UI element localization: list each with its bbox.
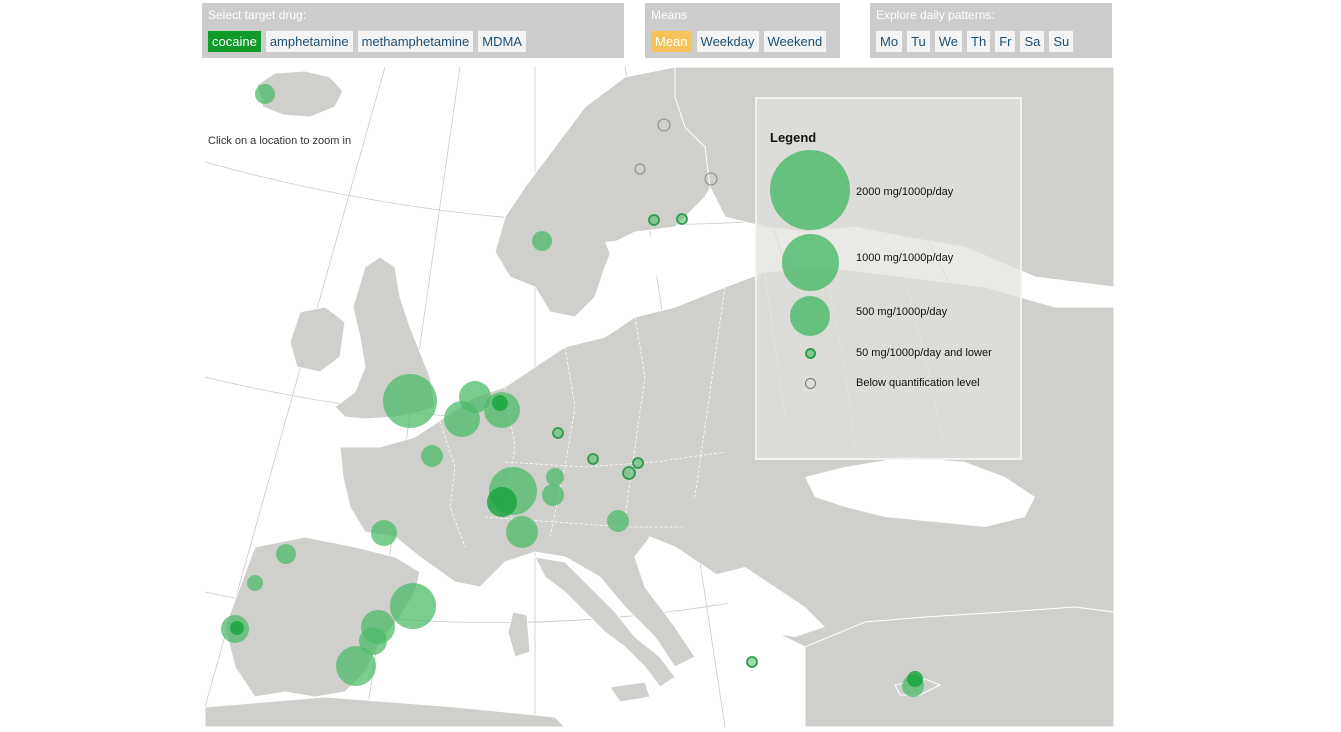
means-buttons: Mean Weekday Weekend [651, 31, 827, 52]
location-marker[interactable] [542, 484, 564, 506]
drug-selector-panel: Select target drug: cocaine amphetamine … [202, 3, 624, 58]
means-button-weekday[interactable]: Weekday [696, 31, 759, 52]
location-marker[interactable] [607, 510, 629, 532]
day-button-th[interactable]: Th [967, 31, 991, 52]
day-button-fr[interactable]: Fr [995, 31, 1016, 52]
location-marker[interactable] [546, 468, 564, 486]
legend-circle-50 [805, 348, 816, 359]
legend-circle-500 [790, 296, 830, 336]
location-marker[interactable] [230, 621, 244, 635]
means-selector-panel: Means Mean Weekday Weekend [645, 3, 840, 58]
legend-label-500: 500 mg/1000p/day [856, 306, 948, 318]
drug-buttons: cocaine amphetamine methamphetamine MDMA [208, 31, 526, 52]
day-buttons: Mo Tu We Th Fr Sa Su [876, 31, 1074, 52]
daily-patterns-title: Explore daily patterns: [876, 8, 995, 22]
location-marker[interactable] [336, 646, 376, 686]
location-marker[interactable] [532, 231, 552, 251]
location-marker[interactable] [383, 374, 437, 428]
legend-label-below-quantification: Below quantification level [856, 377, 980, 389]
location-marker[interactable] [676, 213, 688, 225]
location-marker[interactable] [247, 575, 263, 591]
location-marker[interactable] [276, 544, 296, 564]
location-marker[interactable] [255, 84, 275, 104]
means-button-mean[interactable]: Mean [651, 31, 692, 52]
legend-circle-2000 [770, 150, 850, 230]
map-hint: Click on a location to zoom in [208, 135, 352, 147]
north-africa-land [205, 696, 566, 727]
means-selector-title: Means [651, 8, 688, 22]
location-marker[interactable] [552, 427, 564, 439]
location-marker[interactable] [492, 395, 508, 411]
drug-button-methamphetamine[interactable]: methamphetamine [357, 31, 474, 52]
sardinia-land [507, 611, 531, 658]
location-marker[interactable] [421, 445, 443, 467]
legend-circle-below-quantification [805, 378, 816, 389]
legend-circle-1000 [782, 234, 839, 291]
europe-map[interactable]: Click on a location to zoom in Legend 20… [205, 67, 1114, 727]
legend-label-1000: 1000 mg/1000p/day [856, 252, 954, 264]
drug-selector-title: Select target drug: [208, 8, 307, 22]
day-button-we[interactable]: We [934, 31, 963, 52]
legend-box: Legend 2000 mg/1000p/day 1000 mg/1000p/d… [755, 97, 1022, 460]
means-button-weekend[interactable]: Weekend [763, 31, 827, 52]
ireland-land [289, 306, 346, 373]
legend-label-2000: 2000 mg/1000p/day [856, 186, 954, 198]
day-button-sa[interactable]: Sa [1020, 31, 1045, 52]
location-marker[interactable] [907, 671, 923, 687]
legend-label-50: 50 mg/1000p/day and lower [856, 347, 992, 359]
sicily-land [609, 681, 651, 703]
drug-button-cocaine[interactable]: cocaine [208, 31, 261, 52]
location-marker[interactable] [632, 457, 644, 469]
daily-patterns-panel: Explore daily patterns: Mo Tu We Th Fr S… [870, 3, 1112, 58]
location-marker[interactable] [587, 453, 599, 465]
day-button-tu[interactable]: Tu [907, 31, 930, 52]
drug-button-mdma[interactable]: MDMA [478, 31, 526, 52]
legend-title: Legend [770, 130, 817, 145]
day-button-mo[interactable]: Mo [876, 31, 903, 52]
location-marker[interactable] [371, 520, 397, 546]
drug-button-amphetamine[interactable]: amphetamine [265, 31, 353, 52]
location-marker[interactable] [444, 401, 480, 437]
location-marker[interactable] [746, 656, 758, 668]
location-marker[interactable] [506, 516, 538, 548]
location-marker[interactable] [648, 214, 660, 226]
location-marker[interactable] [390, 583, 436, 629]
location-marker[interactable] [487, 487, 517, 517]
location-marker[interactable] [622, 466, 636, 480]
day-button-su[interactable]: Su [1049, 31, 1074, 52]
